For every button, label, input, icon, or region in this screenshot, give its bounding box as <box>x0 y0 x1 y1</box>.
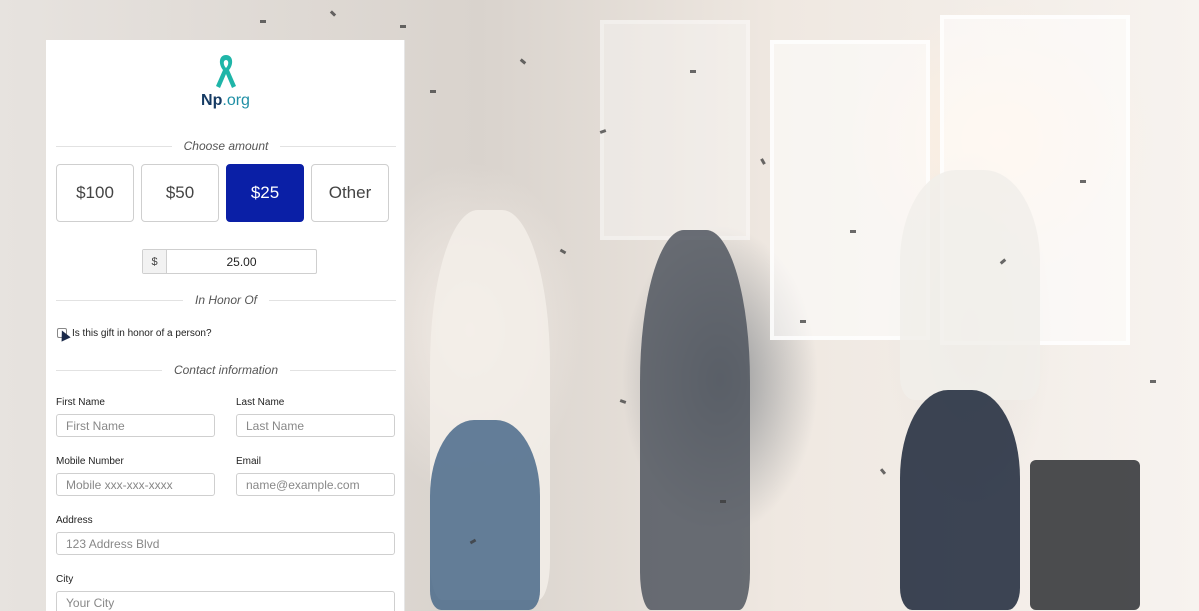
logo: Np.org <box>46 52 405 122</box>
in-honor-title: In Honor Of <box>194 293 258 307</box>
email-label: Email <box>236 456 262 467</box>
amount-options: $100 $50 $25 Other <box>56 164 396 222</box>
amount-50-button[interactable]: $50 <box>141 164 219 222</box>
amount-other-button[interactable]: Other <box>311 164 389 222</box>
mobile-label: Mobile Number <box>56 456 124 467</box>
mobile-field[interactable]: Mobile xxx-xxx-xxxx <box>56 473 215 496</box>
contact-divider: Contact information <box>56 362 396 378</box>
address-label: Address <box>56 515 93 526</box>
last-name-field[interactable]: Last Name <box>236 414 395 437</box>
in-honor-divider: In Honor Of <box>56 292 396 308</box>
currency-prefix: $ <box>143 250 167 273</box>
amount-input[interactable]: $ 25.00 <box>142 249 317 274</box>
city-label: City <box>56 574 74 585</box>
ribbon-icon <box>215 55 236 88</box>
honor-checkbox-row[interactable]: Is this gift in honor of a person? <box>57 326 212 340</box>
address-field[interactable]: 123 Address Blvd <box>56 532 395 555</box>
first-name-label: First Name <box>56 397 105 408</box>
contact-title: Contact information <box>173 363 279 377</box>
honor-checkbox-label[interactable]: Is this gift in honor of a person? <box>72 328 212 339</box>
donation-panel: Np.org Choose amount $100 $50 $25 Other … <box>46 40 405 611</box>
email-field[interactable]: name@example.com <box>236 473 395 496</box>
amount-value[interactable]: 25.00 <box>167 250 316 273</box>
choose-amount-divider: Choose amount <box>56 138 397 154</box>
logo-text: Np.org <box>201 92 250 109</box>
amount-100-button[interactable]: $100 <box>56 164 134 222</box>
amount-25-button[interactable]: $25 <box>226 164 304 222</box>
choose-amount-title: Choose amount <box>183 139 269 153</box>
last-name-label: Last Name <box>236 397 285 408</box>
city-field[interactable]: Your City <box>56 591 395 611</box>
first-name-field[interactable]: First Name <box>56 414 215 437</box>
